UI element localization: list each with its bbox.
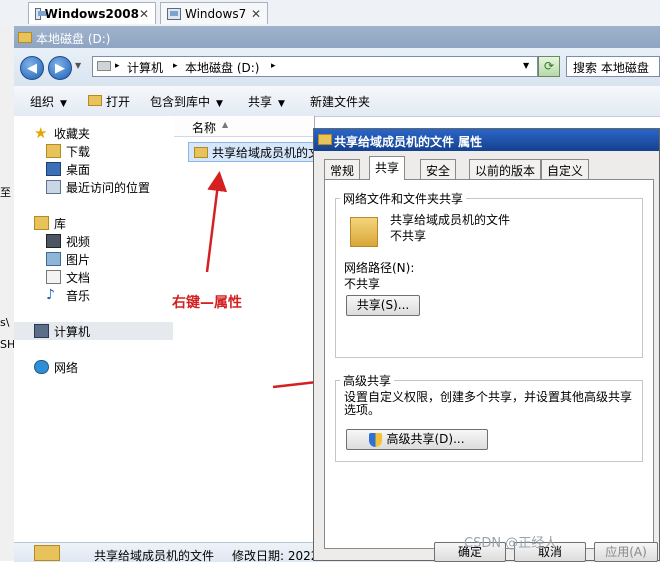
- folder-icon: [318, 134, 332, 145]
- share-button[interactable]: 共享(S)...: [346, 295, 420, 316]
- network-sharing-group: 网络文件和文件夹共享 共享给域成员机的文件 不共享 网络路径(N): 不共享 共…: [335, 190, 643, 358]
- properties-dialog: 共享给域成员机的文件 属性 常规 共享 安全 以前的版本 自定义 网络文件和文件…: [313, 128, 660, 562]
- advanced-description: 设置自定义权限，创建多个共享，并设置其他高级共享选项。: [344, 390, 633, 417]
- folder-name: 共享给域成员机的文件: [390, 213, 511, 227]
- group-title: 网络文件和文件夹共享: [340, 190, 467, 207]
- tab-general[interactable]: 常规: [324, 159, 361, 179]
- sharing-tab-pane: 网络文件和文件夹共享 共享给域成员机的文件 不共享 网络路径(N): 不共享 共…: [324, 179, 654, 549]
- annotation-text: 右键—属性: [172, 295, 242, 311]
- folder-icon: [350, 217, 378, 247]
- tab-customize[interactable]: 自定义: [541, 159, 590, 179]
- network-path-label: 网络路径(N):: [344, 261, 415, 275]
- watermark: CSDN @正经人: [464, 536, 558, 551]
- uac-shield-icon: [369, 432, 383, 447]
- advanced-sharing-group: 高级共享 设置自定义权限，创建多个共享，并设置其他高级共享选项。 高级共享(D)…: [335, 372, 643, 462]
- tab-previous-versions[interactable]: 以前的版本: [469, 159, 542, 179]
- share-state: 不共享: [390, 229, 427, 243]
- tab-security[interactable]: 安全: [420, 159, 457, 179]
- arrow-to-folder: [205, 171, 228, 273]
- dialog-title: 共享给域成员机的文件 属性: [334, 135, 483, 149]
- advanced-sharing-button[interactable]: 高级共享(D)...: [346, 429, 488, 450]
- network-path-value: 不共享: [344, 277, 381, 291]
- tab-sharing[interactable]: 共享: [369, 156, 406, 180]
- dialog-titlebar: 共享给域成员机的文件 属性: [314, 129, 659, 151]
- group-title: 高级共享: [340, 372, 395, 389]
- advanced-button-label: 高级共享(D)...: [386, 432, 465, 446]
- apply-button[interactable]: 应用(A): [594, 542, 658, 562]
